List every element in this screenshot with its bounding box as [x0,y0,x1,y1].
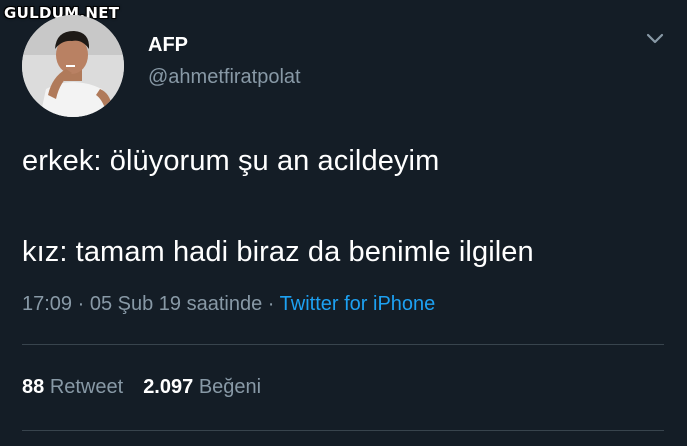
likes-stat[interactable]: 2.097 Beğeni [143,376,261,398]
likes-label: Beğeni [198,376,262,398]
divider [22,430,664,431]
likes-count: 2.097 [143,376,194,398]
tweet-date[interactable]: 05 Şub 19 saatinde [90,293,262,315]
meta-separator: · [267,293,275,315]
user-handle[interactable]: @ahmetfiratpolat [148,66,301,89]
tweet-text-line-1: erkek: ölüyorum şu an acildeyim [22,145,440,177]
tweet-meta: 17:09 · 05 Şub 19 saatinde · Twitter for… [22,293,435,316]
avatar-photo [22,15,124,117]
tweet-text-line-2: kız: tamam hadi biraz da benimle ilgilen [22,236,534,268]
retweets-label: Retweet [49,376,124,398]
retweets-stat[interactable]: 88 Retweet [22,376,123,398]
retweets-count: 88 [22,376,45,398]
tweet-time[interactable]: 17:09 [22,293,72,315]
display-name[interactable]: AFP [148,34,188,57]
meta-separator: · [77,293,85,315]
tweet-source-link[interactable]: Twitter for iPhone [280,293,436,315]
tweet-stats: 88 Retweet 2.097 Beğeni [22,376,261,399]
avatar[interactable] [22,15,124,117]
divider [22,344,664,345]
chevron-down-icon[interactable] [640,24,670,54]
